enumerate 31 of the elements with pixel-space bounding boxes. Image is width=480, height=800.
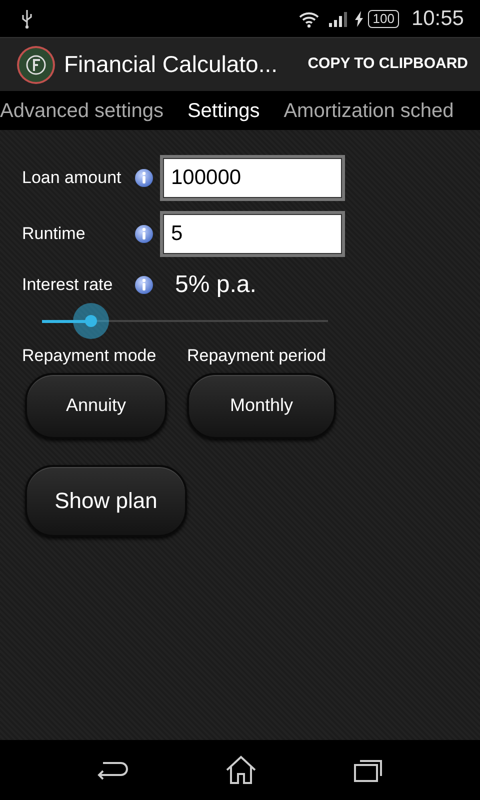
tab[interactable]: Amortization sched: [284, 96, 454, 126]
input-field[interactable]: 100000: [160, 155, 345, 201]
usb-icon: [20, 8, 34, 28]
info-icon[interactable]: [134, 168, 154, 188]
tab[interactable]: Advanced settings: [0, 96, 164, 126]
choice-button[interactable]: Monthly: [187, 372, 336, 438]
info-icon[interactable]: [134, 224, 154, 244]
slider-thumb[interactable]: [72, 303, 109, 339]
interest-rate-slider[interactable]: [42, 303, 328, 339]
input-field[interactable]: 5: [160, 211, 345, 257]
tab[interactable]: Settings: [187, 96, 260, 126]
info-icon[interactable]: [134, 275, 154, 295]
choice-button[interactable]: Annuity: [25, 372, 167, 438]
field-label: Runtime: [22, 223, 86, 246]
wifi-icon: [298, 10, 320, 28]
choice-label: Repayment mode: [22, 345, 156, 367]
show-plan-button[interactable]: Show plan: [25, 464, 187, 536]
battery-level: 100: [368, 10, 400, 28]
copy-to-clipboard-button[interactable]: COPY TO CLIPBOARD: [308, 53, 468, 76]
app-title: Financial Calculato...: [64, 50, 278, 80]
clock: 10:55: [411, 6, 464, 32]
charging-icon: [354, 10, 364, 26]
signal-icon: [328, 10, 350, 26]
back-icon[interactable]: [95, 759, 130, 781]
interest-rate-value: 5% p.a.: [175, 270, 256, 300]
choice-label: Repayment period: [187, 345, 326, 367]
field-label: Loan amount: [22, 167, 122, 190]
recent-apps-icon[interactable]: [352, 757, 385, 783]
home-icon[interactable]: [224, 755, 258, 785]
field-label: Interest rate: [22, 274, 114, 296]
app-logo-icon: [16, 44, 56, 84]
